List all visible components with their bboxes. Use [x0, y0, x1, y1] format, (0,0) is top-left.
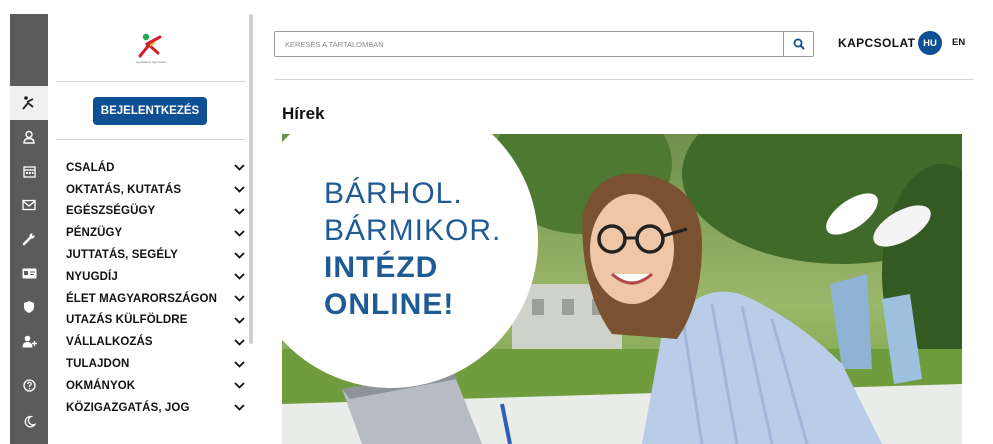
rail-home-button[interactable] — [10, 86, 48, 120]
chevron-down-icon — [232, 272, 246, 282]
menu-item-tulajdon[interactable]: TULAJDON — [66, 353, 246, 375]
menu-item-label: JUTTATÁS, SEGÉLY — [66, 249, 178, 262]
menu-item-penzugy[interactable]: PÉNZÜGY — [66, 222, 246, 244]
menu-item-label: OKMÁNYOK — [66, 379, 136, 392]
add-user-icon — [22, 335, 37, 347]
wrench-icon — [22, 233, 35, 246]
site-logo[interactable]: egyablakos ügyintézés — [56, 14, 246, 82]
menu-item-egeszsegugy[interactable]: EGÉSZSÉGÜGY — [66, 201, 246, 223]
chevron-down-icon — [232, 163, 246, 173]
logo-figure-icon — [138, 33, 162, 57]
icon-rail — [10, 14, 48, 444]
chevron-down-icon — [232, 228, 246, 238]
menu-item-vallalkozas[interactable]: VÁLLALKOZÁS — [66, 331, 246, 353]
menu-item-kozigazgatas[interactable]: KÖZIGAZGATÁS, JOG — [66, 397, 246, 419]
menu-item-okmanyok[interactable]: OKMÁNYOK — [66, 375, 246, 397]
chevron-down-icon — [232, 206, 246, 216]
id-card-icon — [22, 268, 36, 278]
logo-figure-icon — [22, 96, 34, 110]
login-button[interactable]: BEJELENTKEZÉS — [93, 97, 207, 125]
rail-tools-button[interactable] — [10, 222, 48, 256]
contact-link[interactable]: KAPCSOLAT — [838, 36, 915, 50]
menu-item-nyugdij[interactable]: NYUGDÍJ — [66, 266, 246, 288]
rail-mail-button[interactable] — [10, 188, 48, 222]
chevron-down-icon — [232, 294, 246, 304]
help-icon — [22, 378, 36, 392]
menu-item-label: TULAJDON — [66, 358, 130, 371]
menu-item-utazas-kulfoldre[interactable]: UTAZÁS KÜLFÖLDRE — [66, 310, 246, 332]
calendar-icon — [22, 165, 36, 178]
chevron-down-icon — [232, 381, 246, 391]
menu-item-oktatas[interactable]: OKTATÁS, KUTATÁS — [66, 179, 246, 201]
logo-caption: egyablakos ügyintézés — [135, 59, 167, 64]
banner-line-2: BÁRMIKOR. — [324, 214, 502, 247]
banner-line-4: ONLINE! — [324, 288, 455, 321]
banner-text: BÁRHOL. BÁRMIKOR. INTÉZD ONLINE! — [324, 175, 501, 323]
moon-icon — [24, 415, 36, 428]
chevron-down-icon — [232, 185, 246, 195]
language-en-button[interactable]: EN — [952, 37, 965, 48]
menu-item-juttatas[interactable]: JUTTATÁS, SEGÉLY — [66, 244, 246, 266]
banner-line-3: INTÉZD — [324, 251, 439, 284]
chevron-down-icon — [232, 337, 246, 347]
menu-item-label: CSALÁD — [66, 161, 115, 174]
rail-dark-mode-button[interactable] — [10, 404, 48, 438]
user-icon — [23, 130, 35, 144]
menu-item-label: PÉNZÜGY — [66, 227, 123, 240]
menu-item-label: OKTATÁS, KUTATÁS — [66, 183, 182, 196]
shield-icon — [24, 301, 34, 313]
chevron-down-icon — [232, 403, 246, 413]
menu-item-label: ÉLET MAGYARORSZÁGON — [66, 292, 217, 305]
rail-calendar-button[interactable] — [10, 154, 48, 188]
language-hu-button[interactable]: HU — [918, 31, 942, 55]
search-icon — [793, 38, 805, 50]
sidebar-divider — [56, 139, 246, 140]
rail-shield-button[interactable] — [10, 290, 48, 324]
header-divider — [274, 79, 974, 80]
page-title: Hírek — [282, 104, 325, 123]
menu-item-label: EGÉSZSÉGÜGY — [66, 205, 156, 218]
menu-item-csalad[interactable]: CSALÁD — [66, 157, 246, 179]
sidebar: egyablakos ügyintézés BEJELENTKEZÉS CSAL… — [48, 14, 248, 444]
sidebar-scrollbar[interactable] — [249, 14, 253, 344]
search-button[interactable] — [783, 32, 813, 56]
menu-item-elet-magyarorszagon[interactable]: ÉLET MAGYARORSZÁGON — [66, 288, 246, 310]
menu-item-label: NYUGDÍJ — [66, 270, 118, 283]
category-menu: CSALÁD OKTATÁS, KUTATÁS EGÉSZSÉGÜGY PÉNZ… — [66, 157, 246, 419]
menu-item-label: KÖZIGAZGATÁS, JOG — [66, 401, 190, 414]
rail-help-button[interactable] — [10, 368, 48, 402]
rail-add-user-button[interactable] — [10, 324, 48, 358]
rail-user-button[interactable] — [10, 120, 48, 154]
menu-item-label: UTAZÁS KÜLFÖLDRE — [66, 314, 188, 327]
menu-item-label: VÁLLALKOZÁS — [66, 336, 153, 349]
search-bar — [274, 31, 814, 57]
chevron-down-icon — [232, 359, 246, 369]
chevron-down-icon — [232, 315, 246, 325]
mail-icon — [22, 199, 36, 211]
search-input[interactable] — [275, 32, 783, 56]
chevron-down-icon — [232, 250, 246, 260]
rail-id-card-button[interactable] — [10, 256, 48, 290]
banner-line-1: BÁRHOL. — [324, 177, 463, 210]
hero-banner[interactable]: BÁRHOL. BÁRMIKOR. INTÉZD ONLINE! — [282, 134, 962, 444]
